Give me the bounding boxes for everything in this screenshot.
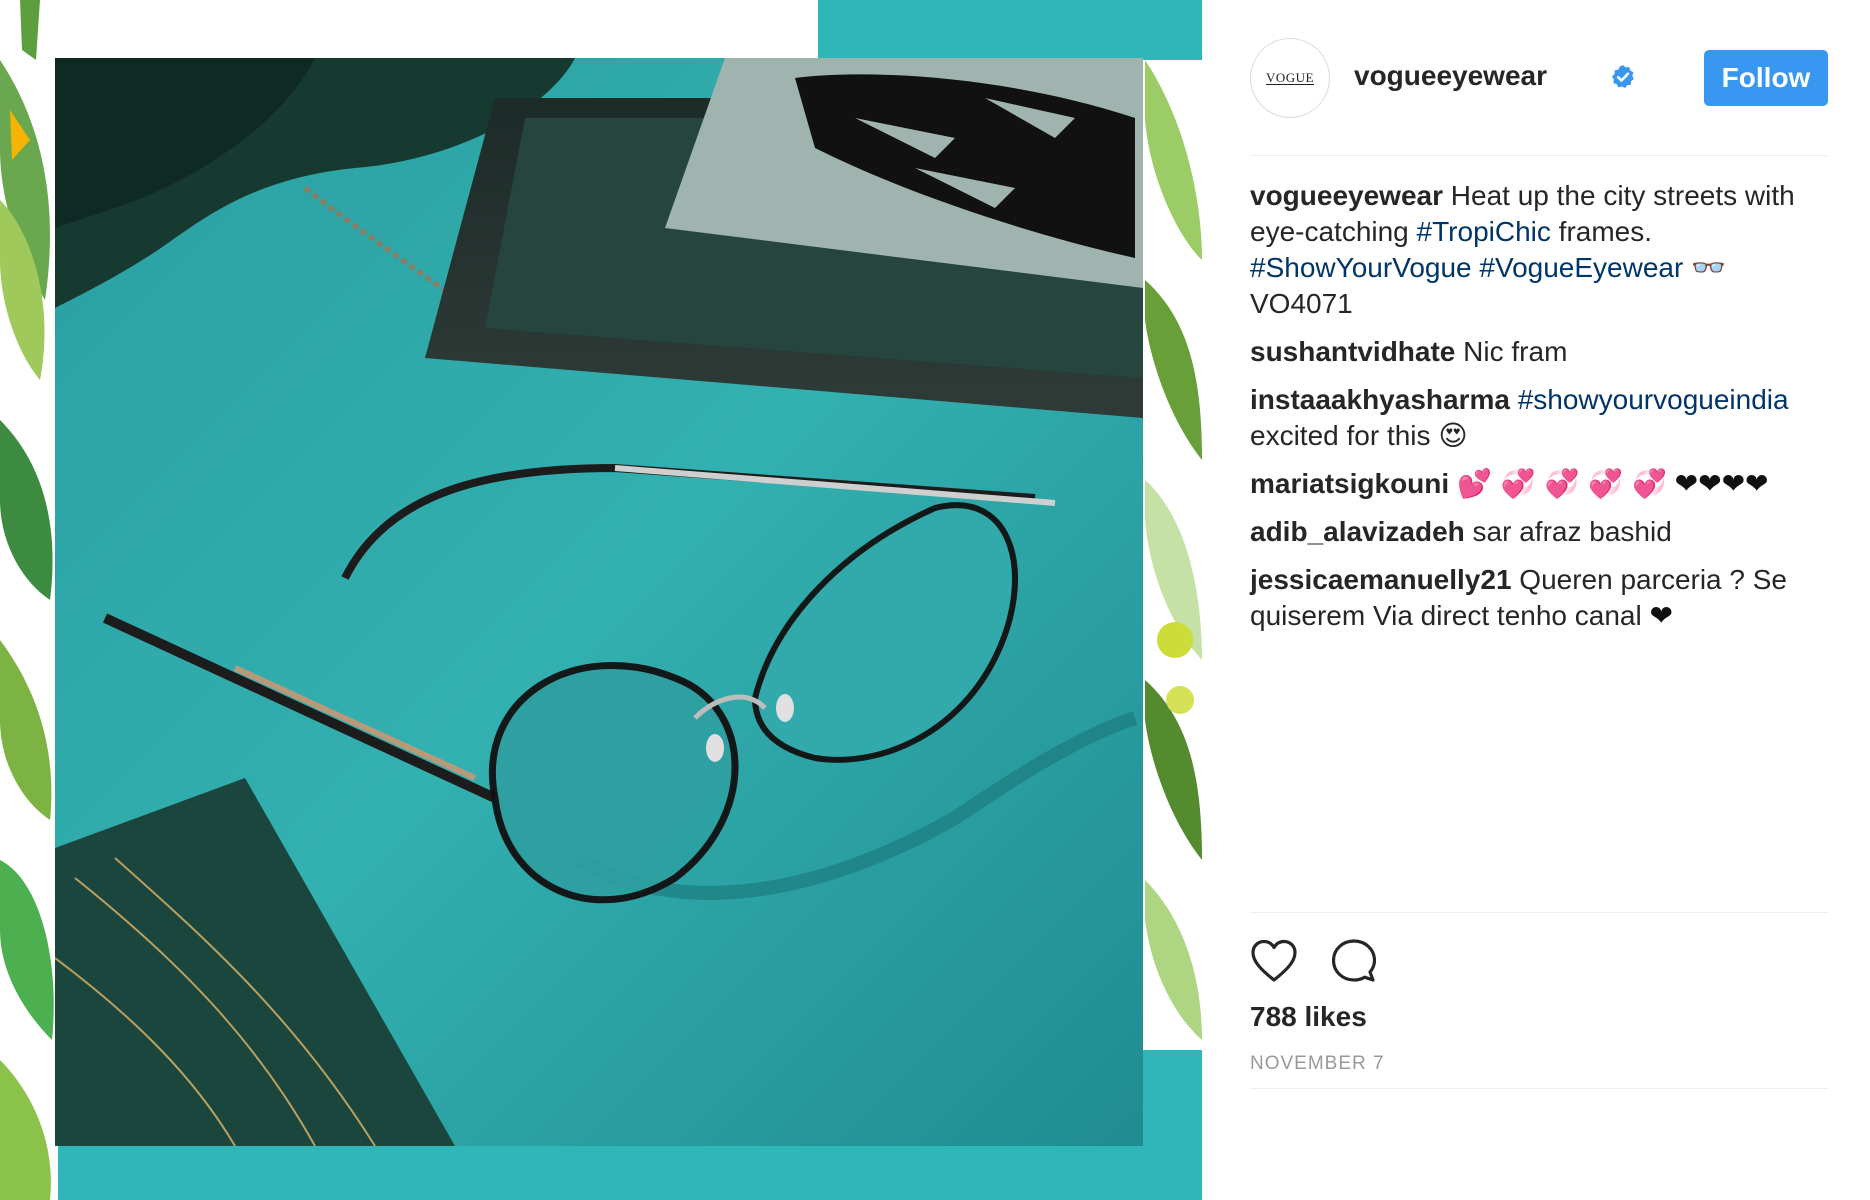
glasses-emoji: 👓	[1691, 251, 1726, 284]
post-side-panel: VOGUE vogueeyewear Follow vogueeyewear H…	[1202, 0, 1870, 1200]
pink-hearts-emoji: 💕 💞 💞 💞 💞	[1456, 467, 1667, 500]
hashtag-link[interactable]: #TropiChic	[1417, 216, 1551, 247]
black-heart-emoji: ❤	[1649, 599, 1673, 632]
product-photo[interactable]	[55, 58, 1143, 1146]
eyeglasses-photo	[55, 58, 1143, 1146]
heart-eyes-emoji: 😍	[1438, 419, 1468, 452]
caption: vogueeyewear Heat up the city streets wi…	[1250, 178, 1828, 322]
hashtag-link[interactable]: #showyourvogueindia	[1518, 384, 1789, 415]
black-hearts-emoji: ❤❤❤❤	[1674, 467, 1769, 500]
comment-item: mariatsigkouni 💕 💞 💞 💞 💞 ❤❤❤❤	[1250, 466, 1828, 502]
post-actions: 788 likes NOVEMBER 7	[1250, 912, 1828, 1074]
comment-author[interactable]: sushantvidhate	[1250, 336, 1455, 367]
comment-item: adib_alavizadeh sar afraz bashid	[1250, 514, 1828, 550]
comment-author[interactable]: mariatsigkouni	[1250, 468, 1449, 499]
comment-author[interactable]: instaaakhyasharma	[1250, 384, 1510, 415]
comment-text: excited for this	[1250, 420, 1431, 451]
comment-item: jessicaemanuelly21 Queren parceria ? Se …	[1250, 562, 1828, 634]
divider	[1250, 1088, 1828, 1089]
follow-button[interactable]: Follow	[1704, 50, 1828, 106]
heart-outline-icon[interactable]	[1250, 939, 1298, 983]
post-date[interactable]: NOVEMBER 7	[1250, 1053, 1385, 1075]
verified-badge-icon	[1611, 65, 1634, 89]
avatar-logo-text: VOGUE	[1266, 69, 1314, 85]
likes-count[interactable]: 788 likes	[1250, 1001, 1367, 1033]
comment-item: instaaakhyasharma #showyourvogueindia ex…	[1250, 382, 1828, 454]
caption-text: VO4071	[1250, 288, 1353, 319]
avatar[interactable]: VOGUE	[1250, 38, 1330, 118]
hashtag-link[interactable]: #VogueEyewear	[1479, 252, 1683, 283]
comment-author[interactable]: vogueeyewear	[1250, 180, 1443, 211]
comment-author[interactable]: adib_alavizadeh	[1250, 516, 1465, 547]
speech-bubble-icon[interactable]	[1332, 939, 1376, 983]
comments-list: vogueeyewear Heat up the city streets wi…	[1250, 178, 1828, 646]
comment-text: sar afraz bashid	[1472, 516, 1672, 547]
username-link[interactable]: vogueeyewear	[1354, 60, 1547, 92]
post-header: VOGUE vogueeyewear Follow	[1250, 36, 1828, 156]
comment-author[interactable]: jessicaemanuelly21	[1250, 564, 1512, 595]
comment-item: sushantvidhate Nic fram	[1250, 334, 1828, 370]
hashtag-link[interactable]: #ShowYourVogue	[1250, 252, 1472, 283]
comment-text: Nic fram	[1463, 336, 1568, 367]
caption-text: frames.	[1550, 216, 1653, 247]
post-media[interactable]	[0, 0, 1202, 1200]
